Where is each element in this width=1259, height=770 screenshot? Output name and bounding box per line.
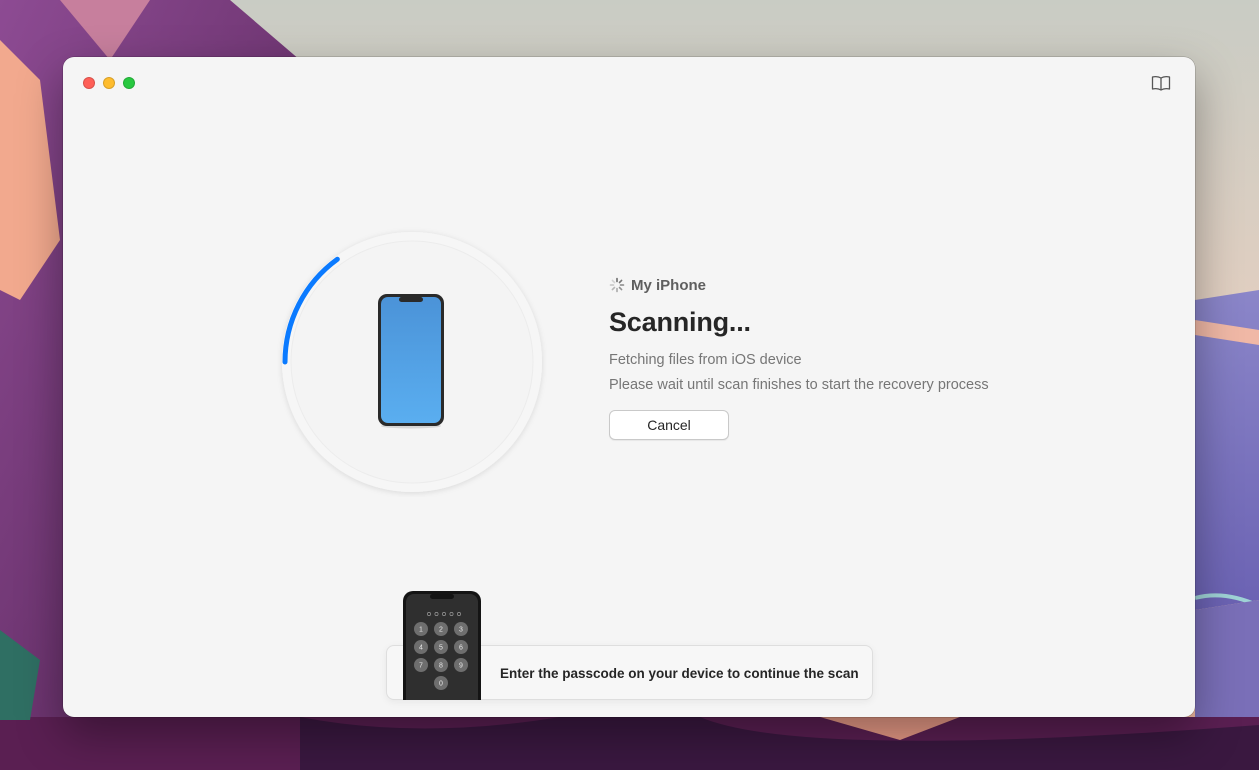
keypad-key-5: 5: [434, 640, 448, 654]
scan-status-panel: My iPhone Scanning... Fetching files fro…: [609, 275, 1129, 440]
iphone-illustration: [378, 294, 444, 429]
svg-text:0: 0: [439, 681, 443, 688]
keypad-key-1: 1: [414, 622, 428, 636]
keypad-key-4: 4: [414, 640, 428, 654]
spinner-icon: [609, 277, 625, 293]
status-title: Scanning...: [609, 307, 751, 337]
svg-text:5: 5: [439, 645, 443, 652]
device-row: My iPhone: [609, 275, 1129, 295]
svg-text:2: 2: [439, 627, 443, 634]
keypad-key-7: 7: [414, 658, 428, 672]
svg-text:7: 7: [419, 663, 423, 670]
close-icon[interactable]: [83, 77, 95, 89]
minimize-icon[interactable]: [103, 77, 115, 89]
help-book-button[interactable]: [1149, 73, 1173, 93]
keypad-key-3: 3: [454, 622, 468, 636]
app-window: My iPhone Scanning... Fetching files fro…: [63, 57, 1195, 717]
svg-text:9: 9: [459, 663, 463, 670]
svg-text:6: 6: [459, 645, 463, 652]
status-line-2: Please wait until scan finishes to start…: [609, 377, 989, 393]
keypad-key-6: 6: [454, 640, 468, 654]
keypad-key-2: 2: [434, 622, 448, 636]
svg-text:1: 1: [419, 627, 423, 634]
book-icon: [1151, 75, 1171, 91]
svg-text:8: 8: [439, 663, 443, 670]
status-description: Fetching files from iOS device Please wa…: [609, 348, 1129, 398]
zoom-icon[interactable]: [123, 77, 135, 89]
window-controls: [83, 77, 135, 89]
cancel-button[interactable]: Cancel: [609, 410, 729, 440]
svg-text:3: 3: [459, 627, 463, 634]
keypad-key-9: 9: [454, 658, 468, 672]
keypad-key-0: 0: [434, 676, 448, 690]
status-line-1: Fetching files from iOS device: [609, 352, 802, 368]
device-name: My iPhone: [631, 276, 707, 294]
keypad-key-8: 8: [434, 658, 448, 672]
passcode-prompt-text: Enter the passcode on your device to con…: [500, 666, 859, 681]
passcode-keypad-illustration: 1 2 3 4 5 6 7 8 9 0: [403, 591, 481, 700]
svg-text:4: 4: [419, 645, 423, 652]
